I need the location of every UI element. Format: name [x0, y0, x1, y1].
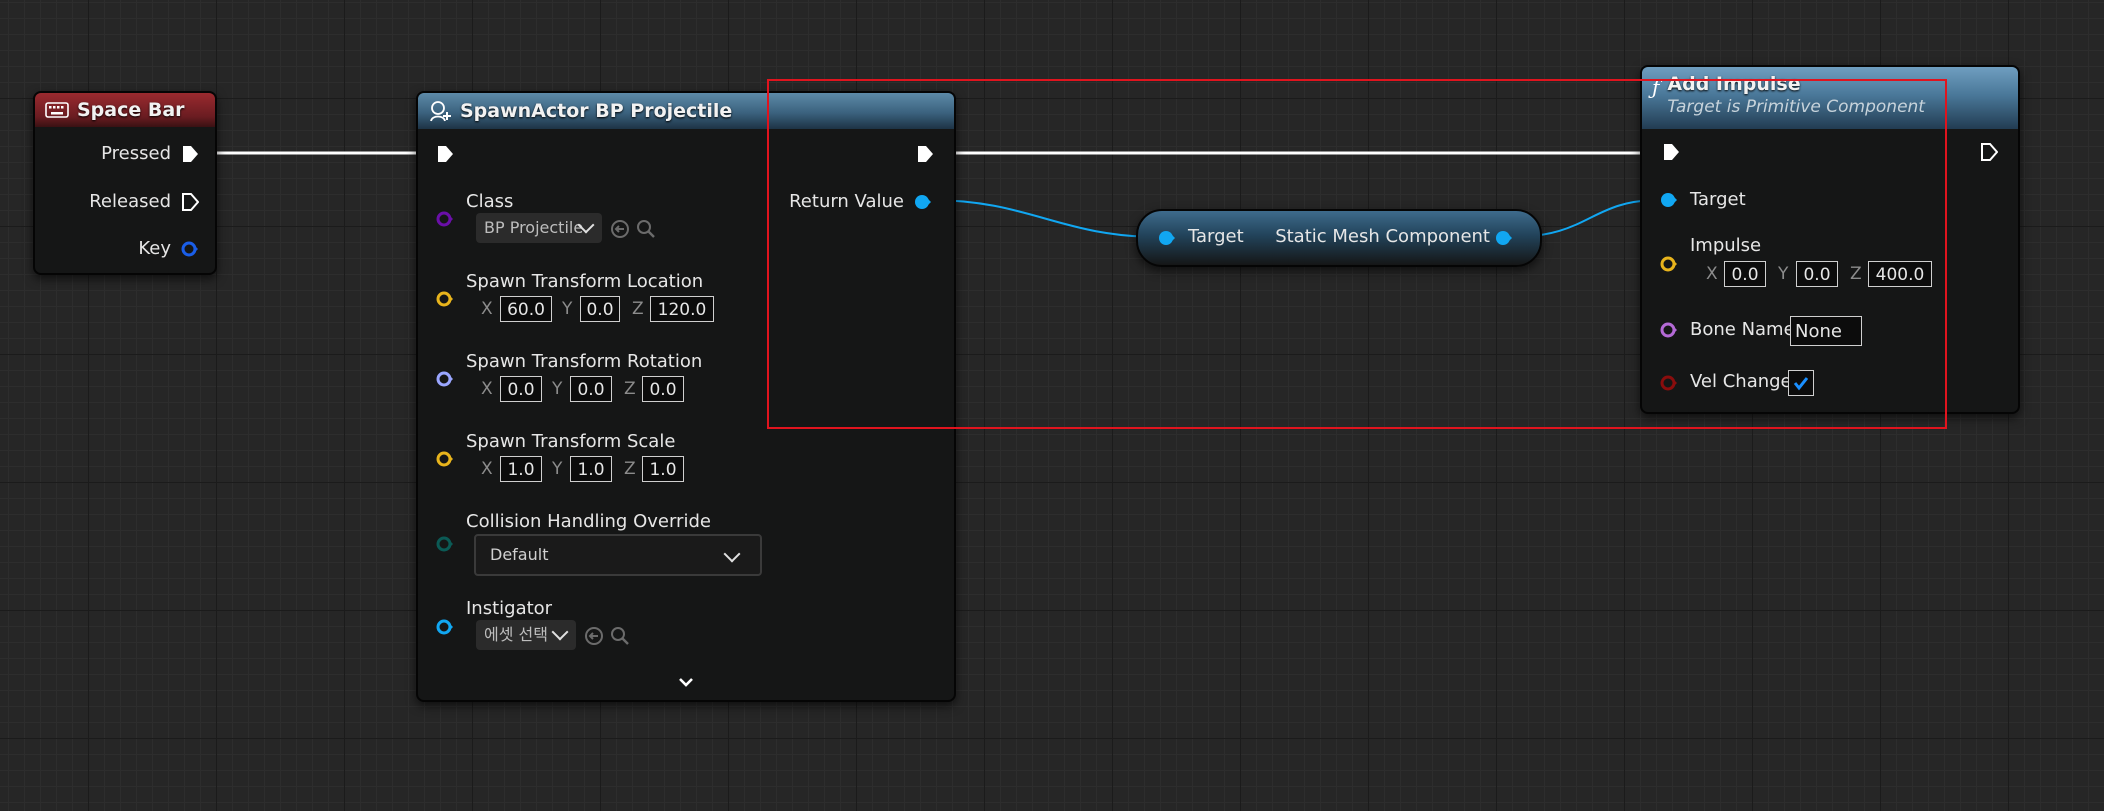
space-bar-header[interactable]: Space Bar: [35, 93, 215, 127]
location-label: Spawn Transform Location: [466, 271, 704, 292]
class-dropdown-value: BP Projectile: [484, 218, 584, 237]
released-exec-pin[interactable]: [181, 193, 199, 211]
keyboard-icon: [45, 102, 69, 118]
chevron-down-icon: [551, 623, 569, 641]
scale-label: Spawn Transform Scale: [466, 431, 676, 452]
scale-y-field[interactable]: 1.0: [570, 456, 612, 482]
use-selected-asset-icon[interactable]: [610, 219, 630, 239]
released-pin-label: Released: [89, 191, 171, 212]
instigator-label: Instigator: [466, 598, 553, 619]
rotation-x-field[interactable]: 0.0: [500, 376, 542, 402]
node-title: Space Bar: [77, 99, 185, 121]
rotation-pin[interactable]: [436, 370, 454, 388]
key-pin[interactable]: [181, 240, 199, 258]
rotation-y-axis-label: Y: [552, 379, 563, 399]
space-bar-node[interactable]: Space Bar Pressed Released Key: [33, 91, 217, 275]
expand-advanced-chevron-icon[interactable]: [678, 677, 694, 689]
exec-out-pin[interactable]: [1980, 143, 1998, 161]
location-z-axis-label: Z: [632, 299, 644, 319]
collision-dropdown-value: Default: [490, 545, 549, 564]
scale-z-axis-label: Z: [624, 459, 636, 479]
rotation-label: Spawn Transform Rotation: [466, 351, 703, 372]
scale-z-field[interactable]: 1.0: [642, 456, 684, 482]
class-pin[interactable]: [436, 210, 454, 228]
location-y-axis-label: Y: [562, 299, 573, 319]
instigator-dropdown[interactable]: 에셋 선택: [476, 620, 576, 650]
selection-highlight-box: [767, 79, 1947, 429]
scale-y-axis-label: Y: [552, 459, 563, 479]
pressed-pin-label: Pressed: [101, 143, 171, 164]
browse-actor-search-icon[interactable]: [610, 626, 630, 646]
class-label: Class: [466, 191, 514, 212]
collision-label: Collision Handling Override: [466, 511, 711, 532]
class-dropdown[interactable]: BP Projectile: [476, 213, 602, 243]
scale-pin[interactable]: [436, 450, 454, 468]
location-pin[interactable]: [436, 290, 454, 308]
rotation-z-field[interactable]: 0.0: [642, 376, 684, 402]
browse-asset-search-icon[interactable]: [636, 219, 656, 239]
node-title: SpawnActor BP Projectile: [460, 100, 733, 122]
rotation-x-axis-label: X: [481, 379, 493, 399]
rotation-y-field[interactable]: 0.0: [570, 376, 612, 402]
collision-pin[interactable]: [436, 535, 454, 553]
key-pin-label: Key: [138, 238, 171, 259]
scale-x-axis-label: X: [481, 459, 493, 479]
use-selected-actor-icon[interactable]: [584, 626, 604, 646]
chevron-down-icon: [723, 545, 741, 563]
exec-in-pin[interactable]: [436, 145, 454, 163]
location-x-axis-label: X: [481, 299, 493, 319]
instigator-pin[interactable]: [436, 618, 454, 636]
location-z-field[interactable]: 120.0: [650, 296, 714, 322]
scale-x-field[interactable]: 1.0: [500, 456, 542, 482]
rotation-z-axis-label: Z: [624, 379, 636, 399]
instigator-dropdown-value: 에셋 선택: [484, 625, 548, 644]
spawn-actor-icon: [430, 101, 451, 122]
collision-dropdown[interactable]: Default: [474, 534, 762, 576]
location-y-field[interactable]: 0.0: [580, 296, 620, 322]
location-x-field[interactable]: 60.0: [500, 296, 552, 322]
pressed-exec-pin[interactable]: [181, 145, 199, 163]
